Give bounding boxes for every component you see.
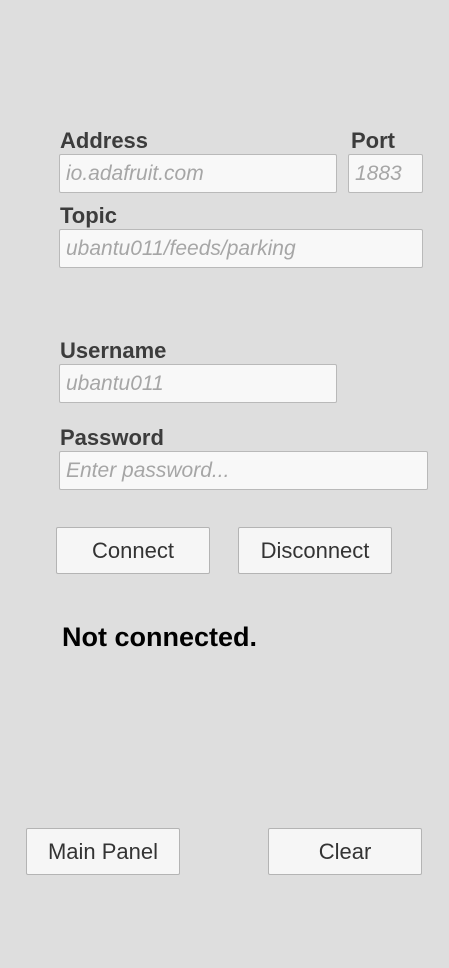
- connect-button[interactable]: Connect: [56, 527, 210, 574]
- port-input[interactable]: [348, 154, 423, 193]
- port-label: Port: [351, 128, 395, 153]
- topic-label: Topic: [60, 203, 118, 228]
- main-panel-button[interactable]: Main Panel: [26, 828, 180, 875]
- address-input[interactable]: [59, 154, 337, 193]
- password-label: Password: [60, 425, 164, 450]
- address-label: Address: [60, 128, 149, 153]
- topic-input[interactable]: [59, 229, 423, 268]
- password-input[interactable]: [59, 451, 428, 490]
- disconnect-button[interactable]: Disconnect: [238, 527, 392, 574]
- username-input[interactable]: [59, 364, 337, 403]
- clear-button[interactable]: Clear: [268, 828, 422, 875]
- connection-status-text: Not connected.: [62, 622, 258, 652]
- username-label: Username: [60, 338, 167, 363]
